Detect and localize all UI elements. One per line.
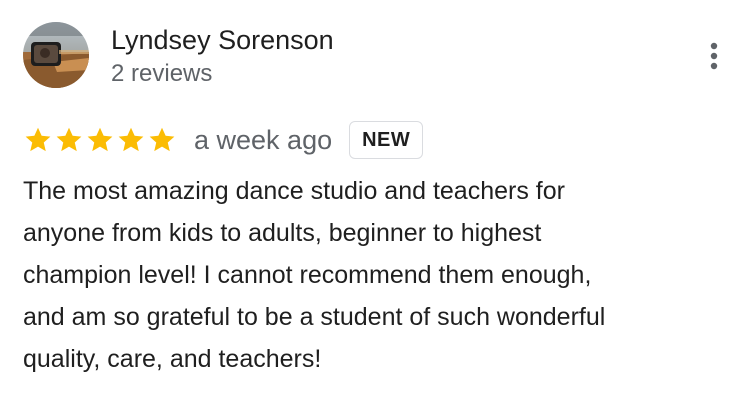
review-card: Lyndsey Sorenson 2 reviews a week ago NE… xyxy=(0,0,742,412)
review-text: The most amazing dance studio and teache… xyxy=(23,170,723,380)
star-icon xyxy=(25,127,51,152)
avatar[interactable] xyxy=(23,22,89,88)
review-date: a week ago xyxy=(194,125,333,155)
author-review-count[interactable]: 2 reviews xyxy=(111,58,212,90)
avatar-photo xyxy=(23,22,89,88)
star-icon xyxy=(149,127,175,152)
review-text-line: quality, care, and teachers! xyxy=(23,345,322,373)
rating-row: a week ago NEW xyxy=(23,118,424,162)
author-name[interactable]: Lyndsey Sorenson xyxy=(111,22,334,58)
review-text-line: and am so grateful to be a student of su… xyxy=(23,303,606,331)
star-icon xyxy=(87,127,113,152)
new-badge: NEW xyxy=(349,121,424,159)
star-icon xyxy=(118,127,144,152)
review-text-line: The most amazing dance studio and teache… xyxy=(23,177,565,205)
star-rating xyxy=(23,125,177,155)
star-icon xyxy=(56,127,82,152)
more-options-button[interactable] xyxy=(700,38,728,74)
more-vert-icon xyxy=(710,42,718,70)
review-text-line: anyone from kids to adults, beginner to … xyxy=(23,219,542,247)
review-text-line: champion level! I cannot recommend them … xyxy=(23,261,592,289)
